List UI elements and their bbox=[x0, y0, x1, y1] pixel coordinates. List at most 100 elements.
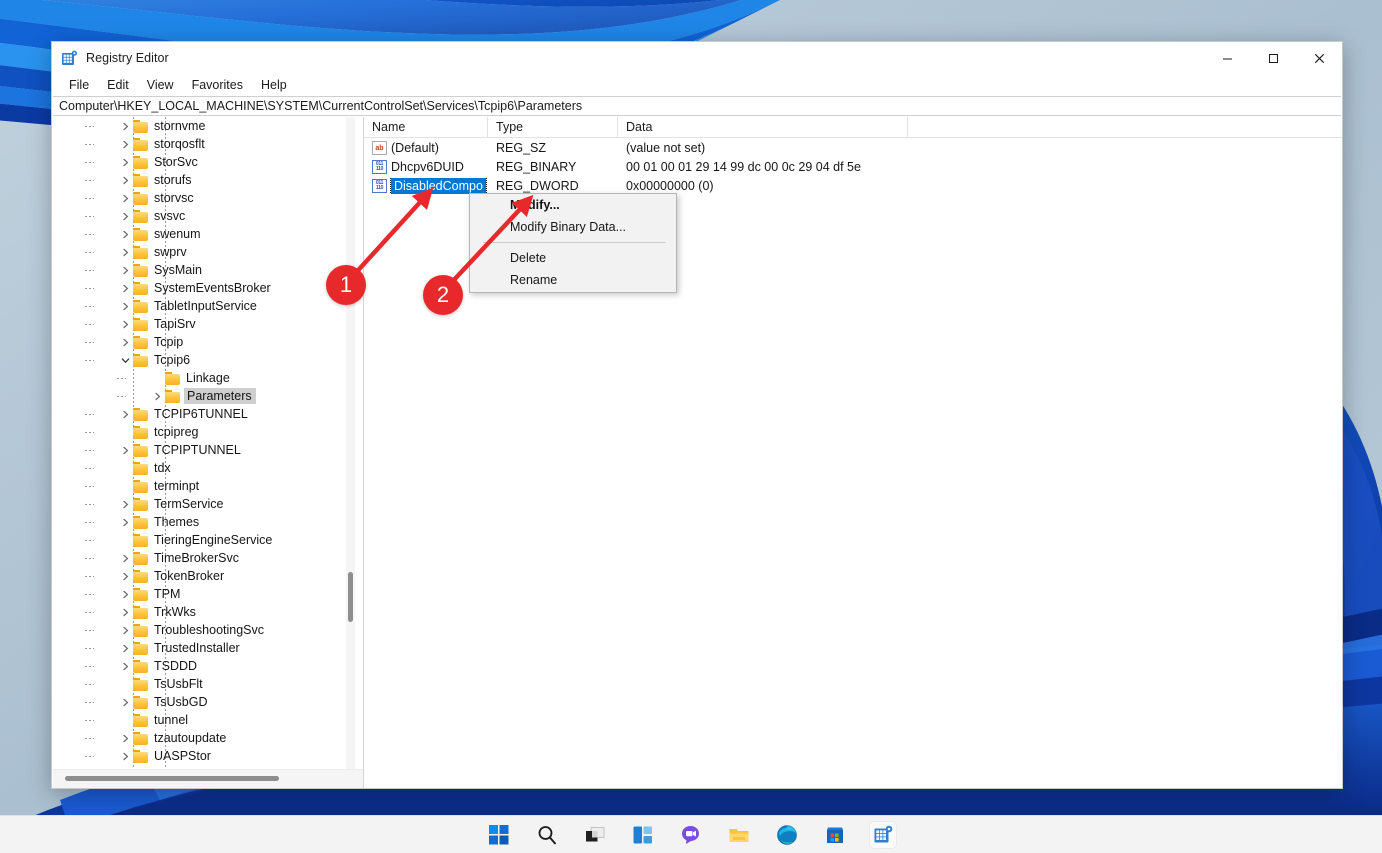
chevron-right-icon[interactable] bbox=[117, 207, 133, 225]
tree-node-tdx[interactable]: tdx bbox=[53, 459, 348, 477]
tree-vertical-scrollbar[interactable] bbox=[346, 117, 355, 770]
tree-horizontal-scroll-thumb[interactable] bbox=[65, 776, 279, 781]
menu-view[interactable]: View bbox=[138, 76, 183, 94]
edge-icon[interactable] bbox=[774, 822, 800, 848]
tree-node-tcpipreg[interactable]: tcpipreg bbox=[53, 423, 348, 441]
tree-node-tsusbflt[interactable]: TsUsbFlt bbox=[53, 675, 348, 693]
tree-horizontal-scrollbar[interactable] bbox=[53, 769, 363, 788]
chevron-right-icon[interactable] bbox=[117, 549, 133, 567]
chevron-right-icon[interactable] bbox=[149, 387, 165, 405]
chevron-right-icon[interactable] bbox=[117, 513, 133, 531]
tree-node-termservice[interactable]: TermService bbox=[53, 495, 348, 513]
chevron-right-icon[interactable] bbox=[117, 225, 133, 243]
chevron-right-icon[interactable] bbox=[117, 315, 133, 333]
tree-node-themes[interactable]: Themes bbox=[53, 513, 348, 531]
chevron-right-icon[interactable] bbox=[117, 171, 133, 189]
tree-node-tabletinputservice[interactable]: TabletInputService bbox=[53, 297, 348, 315]
chevron-right-icon[interactable] bbox=[117, 693, 133, 711]
chevron-right-icon[interactable] bbox=[117, 729, 133, 747]
chevron-right-icon[interactable] bbox=[117, 585, 133, 603]
window-controls[interactable] bbox=[1204, 42, 1342, 74]
tree-node-swprv[interactable]: swprv bbox=[53, 243, 348, 261]
registry-editor-window[interactable]: Registry Editor File Edit View Favorites… bbox=[51, 41, 1343, 789]
minimize-button[interactable] bbox=[1204, 42, 1250, 74]
chevron-right-icon[interactable] bbox=[117, 117, 133, 135]
column-header-name[interactable]: Name bbox=[364, 117, 488, 137]
tree-node-storqosflt[interactable]: storqosflt bbox=[53, 135, 348, 153]
values-list[interactable]: ab (Default) REG_SZ (value not set) 011 110 Dh… bbox=[364, 138, 1342, 195]
context-menu-item-modify-binary-data[interactable]: Modify Binary Data... bbox=[470, 216, 676, 238]
tree-node-tcpip6[interactable]: Tcpip6 bbox=[53, 351, 348, 369]
tree-node-parameters[interactable]: Parameters bbox=[53, 387, 348, 405]
column-header-data[interactable]: Data bbox=[618, 117, 908, 137]
tree-node-timebrokersvc[interactable]: TimeBrokerSvc bbox=[53, 549, 348, 567]
chevron-right-icon[interactable] bbox=[117, 567, 133, 585]
registry-values-pane[interactable]: Name Type Data ab (Default) REG_SZ (value n… bbox=[364, 117, 1342, 788]
tree-node-storufs[interactable]: storufs bbox=[53, 171, 348, 189]
chevron-right-icon[interactable] bbox=[117, 261, 133, 279]
task-view-icon[interactable] bbox=[582, 822, 608, 848]
menu-edit[interactable]: Edit bbox=[98, 76, 138, 94]
registry-editor-taskbar-icon[interactable] bbox=[870, 821, 896, 848]
tree-node-terminpt[interactable]: terminpt bbox=[53, 477, 348, 495]
widgets-icon[interactable] bbox=[630, 822, 656, 848]
chevron-right-icon[interactable] bbox=[117, 495, 133, 513]
column-header-type[interactable]: Type bbox=[488, 117, 618, 137]
chevron-right-icon[interactable] bbox=[117, 333, 133, 351]
values-column-header[interactable]: Name Type Data bbox=[364, 117, 1342, 138]
tree-node-systemeventsbroker[interactable]: SystemEventsBroker bbox=[53, 279, 348, 297]
context-menu-item-modify[interactable]: Modify... bbox=[470, 194, 676, 216]
tree-node-svsvc[interactable]: svsvc bbox=[53, 207, 348, 225]
context-menu-item-delete[interactable]: Delete bbox=[470, 247, 676, 269]
search-icon[interactable] bbox=[534, 822, 560, 848]
maximize-button[interactable] bbox=[1250, 42, 1296, 74]
tree-node-linkage[interactable]: Linkage bbox=[53, 369, 348, 387]
tree-node-tcpip6tunnel[interactable]: TCPIP6TUNNEL bbox=[53, 405, 348, 423]
windows-taskbar[interactable] bbox=[0, 815, 1382, 853]
tree-node-tsusbgd[interactable]: TsUsbGD bbox=[53, 693, 348, 711]
tree-node-tapisrv[interactable]: TapiSrv bbox=[53, 315, 348, 333]
chat-icon[interactable] bbox=[678, 822, 704, 848]
chevron-right-icon[interactable] bbox=[117, 153, 133, 171]
menu-favorites[interactable]: Favorites bbox=[183, 76, 252, 94]
table-row[interactable]: ab (Default) REG_SZ (value not set) bbox=[364, 138, 1342, 157]
tree-vertical-scroll-thumb[interactable] bbox=[348, 572, 353, 622]
chevron-right-icon[interactable] bbox=[117, 279, 133, 297]
tree-node-trustedinstaller[interactable]: TrustedInstaller bbox=[53, 639, 348, 657]
tree-node-tpm[interactable]: TPM bbox=[53, 585, 348, 603]
chevron-right-icon[interactable] bbox=[117, 621, 133, 639]
chevron-right-icon[interactable] bbox=[117, 405, 133, 423]
close-button[interactable] bbox=[1296, 42, 1342, 74]
registry-tree-pane[interactable]: stornvme storqosflt StorSvc storufs storvsc s… bbox=[53, 117, 364, 788]
tree-node-swenum[interactable]: swenum bbox=[53, 225, 348, 243]
chevron-right-icon[interactable] bbox=[117, 189, 133, 207]
tree-node-tcpip[interactable]: Tcpip bbox=[53, 333, 348, 351]
start-icon[interactable] bbox=[486, 822, 512, 848]
chevron-right-icon[interactable] bbox=[117, 441, 133, 459]
context-menu-item-rename[interactable]: Rename bbox=[470, 269, 676, 291]
tree-node-tcpiptunnel[interactable]: TCPIPTUNNEL bbox=[53, 441, 348, 459]
window-titlebar[interactable]: Registry Editor bbox=[52, 42, 1342, 74]
tree-node-troubleshootingsvc[interactable]: TroubleshootingSvc bbox=[53, 621, 348, 639]
menu-file[interactable]: File bbox=[60, 76, 98, 94]
chevron-right-icon[interactable] bbox=[117, 297, 133, 315]
chevron-right-icon[interactable] bbox=[117, 603, 133, 621]
chevron-right-icon[interactable] bbox=[117, 747, 133, 765]
chevron-right-icon[interactable] bbox=[117, 135, 133, 153]
chevron-right-icon[interactable] bbox=[117, 639, 133, 657]
tree-node-tieringengineservice[interactable]: TieringEngineService bbox=[53, 531, 348, 549]
tree-node-tunnel[interactable]: tunnel bbox=[53, 711, 348, 729]
tree-node-sysmain[interactable]: SysMain bbox=[53, 261, 348, 279]
chevron-right-icon[interactable] bbox=[117, 243, 133, 261]
tree-node-tokenbroker[interactable]: TokenBroker bbox=[53, 567, 348, 585]
tree-node-tzautoupdate[interactable]: tzautoupdate bbox=[53, 729, 348, 747]
chevron-down-icon[interactable] bbox=[117, 351, 133, 369]
tree-node-stornvme[interactable]: stornvme bbox=[53, 117, 348, 135]
tree-node-storsvc[interactable]: StorSvc bbox=[53, 153, 348, 171]
microsoft-store-icon[interactable] bbox=[822, 822, 848, 848]
tree-node-trkwks[interactable]: TrkWks bbox=[53, 603, 348, 621]
registry-tree[interactable]: stornvme storqosflt StorSvc storufs storvsc s… bbox=[53, 117, 348, 770]
table-row[interactable]: 011 110 Dhcpv6DUID REG_BINARY 00 01 00 01 29… bbox=[364, 157, 1342, 176]
tree-node-uaspstor[interactable]: UASPStor bbox=[53, 747, 348, 765]
registry-path-bar[interactable]: Computer\HKEY_LOCAL_MACHINE\SYSTEM\Curre… bbox=[53, 96, 1341, 116]
